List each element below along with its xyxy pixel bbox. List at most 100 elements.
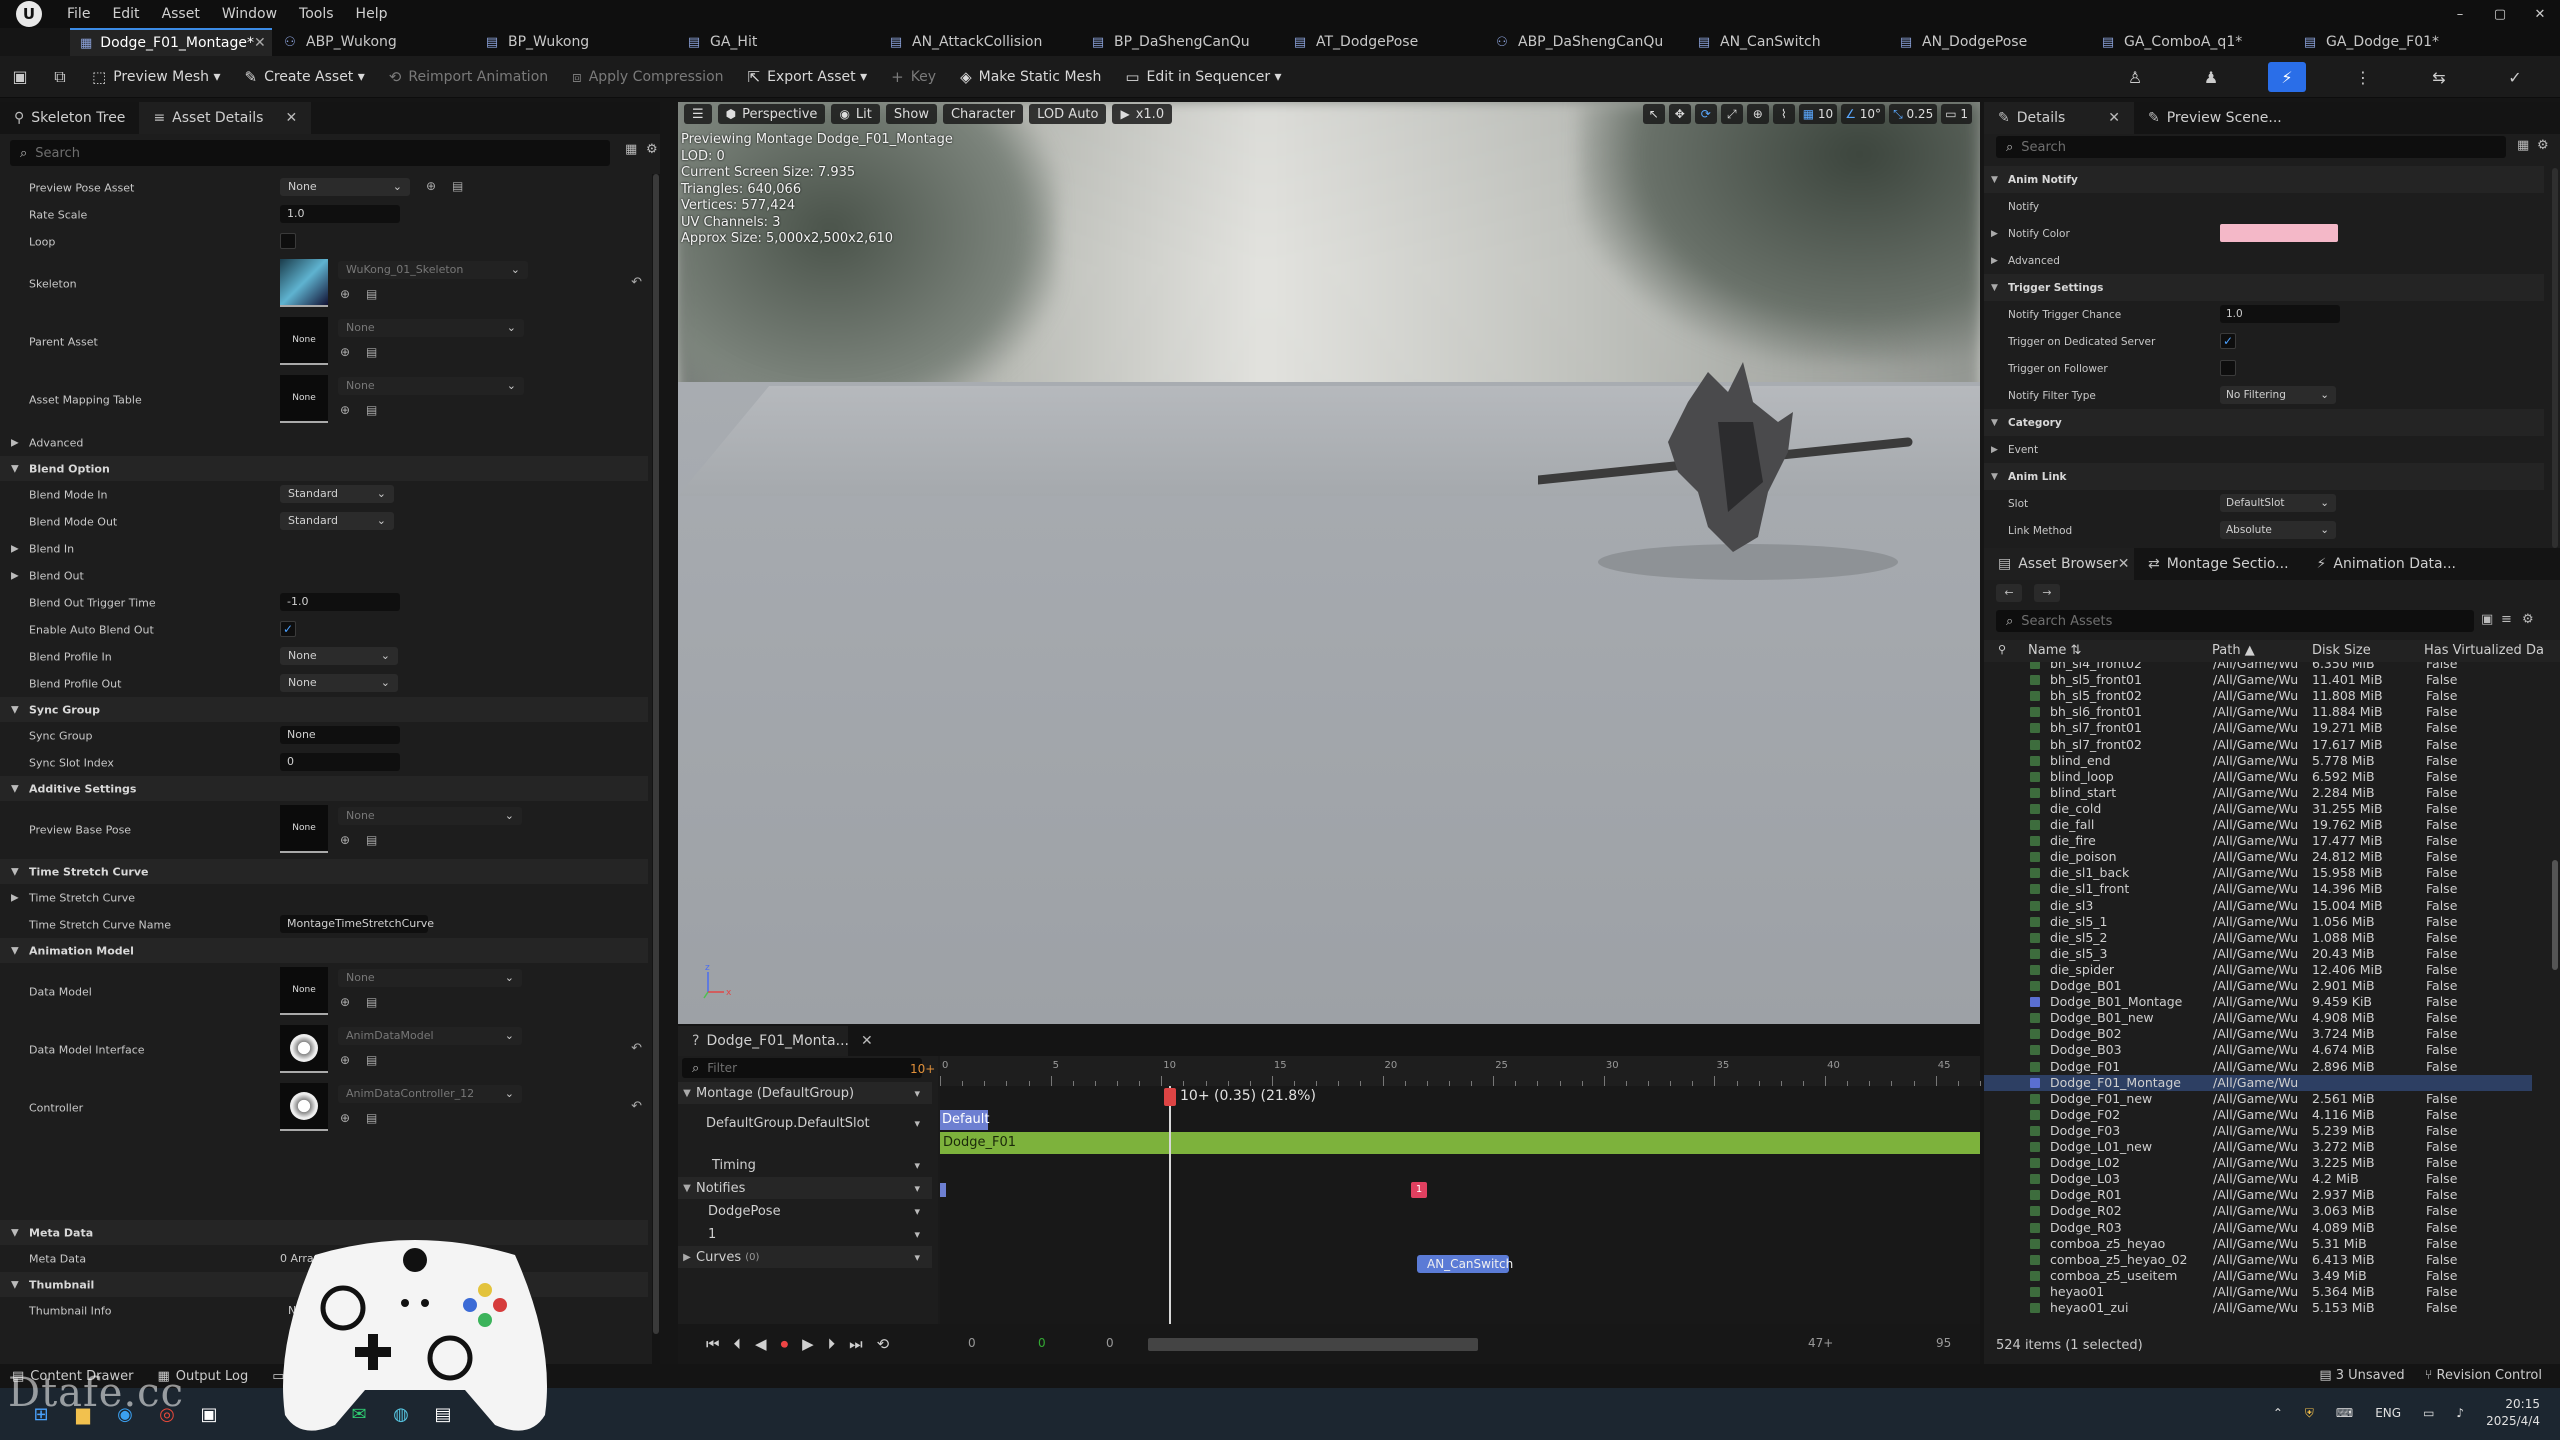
settings-gear-icon[interactable]: ⚙ xyxy=(2537,138,2549,153)
tab-ga-hit[interactable]: ▤ GA_Hit xyxy=(676,28,878,56)
blend-out-trigger-field[interactable]: -1.0 xyxy=(280,593,400,611)
asset-row[interactable]: Dodge_B01_Montage/All/Game/Wu 9.459 KiB Fa… xyxy=(1984,994,2532,1010)
record-icon[interactable]: ⏺ xyxy=(781,1335,789,1353)
play-reverse-icon[interactable]: ◀ xyxy=(755,1335,767,1353)
browse-asset-icon[interactable]: ⊕ xyxy=(340,833,350,847)
asset-row[interactable]: blind_loop/All/Game/Wu 6.592 MiB False xyxy=(1984,769,2532,785)
reset-arrow-icon[interactable]: ↶ xyxy=(631,1041,642,1056)
folder-icon[interactable]: ▤ xyxy=(366,403,377,417)
unreal-logo-icon[interactable]: U xyxy=(16,1,42,27)
sync-group-field[interactable]: None xyxy=(280,726,400,744)
lit-button[interactable]: ◉ Lit xyxy=(831,104,880,124)
menu-window[interactable]: Window xyxy=(211,4,288,24)
category-animation-model[interactable]: ▼ Animation Model xyxy=(0,938,648,963)
camera-speed-icon[interactable]: ▭ 1 xyxy=(1941,104,1972,124)
tab-animation-data[interactable]: ⚡ Animation Data... xyxy=(2303,548,2470,580)
notify-color-swatch[interactable] xyxy=(2220,224,2338,242)
folder-icon[interactable]: ▤ xyxy=(366,1053,377,1067)
maximize-icon[interactable]: ▢ xyxy=(2480,7,2520,22)
asset-row[interactable]: heyao01/All/Game/Wu 5.364 MiB False xyxy=(1984,1284,2532,1300)
column-options-icon[interactable]: ⚲ xyxy=(1998,643,2006,656)
play-icon[interactable]: ▶ xyxy=(802,1335,814,1353)
chevron-up-icon[interactable]: ⌃ xyxy=(2273,1406,2283,1420)
skip-to-end-icon[interactable]: ⏭ xyxy=(849,1335,863,1353)
asset-row[interactable]: Dodge_L03/All/Game/Wu 4.2 MiB False xyxy=(1984,1171,2532,1187)
browse-asset-icon[interactable]: ⊕ xyxy=(426,179,436,193)
perspective-button[interactable]: ⬢ Perspective xyxy=(717,104,826,124)
asset-row[interactable]: Dodge_R03/All/Game/Wu 4.089 MiB False xyxy=(1984,1220,2532,1236)
link-method-dropdown[interactable]: Absolute ⌄ xyxy=(2220,521,2336,539)
category-trigger-settings[interactable]: ▼ Trigger Settings xyxy=(1984,274,2544,301)
folder-icon[interactable]: ▤ xyxy=(452,179,463,193)
row-event[interactable]: ▶ Event xyxy=(1984,436,2544,463)
menu-tools[interactable]: Tools xyxy=(288,4,345,24)
track-dodgepose[interactable]: DodgePose ▾ xyxy=(678,1200,932,1222)
asset-row[interactable]: Dodge_F03/All/Game/Wu 5.239 MiB False xyxy=(1984,1123,2532,1139)
track-default-slot[interactable]: DefaultGroup.DefaultSlot ▾ xyxy=(678,1112,932,1134)
select-icon[interactable]: ↖ xyxy=(1642,104,1665,124)
asset-row[interactable]: bh_sl4_front02/All/Game/Wu 6.350 MiB False xyxy=(1984,662,2532,672)
asset-row[interactable]: Dodge_F02/All/Game/Wu 4.116 MiB False xyxy=(1984,1107,2532,1123)
physics-mode-icon[interactable]: ✓ xyxy=(2496,62,2534,92)
asset-row[interactable]: blind_start/All/Game/Wu 2.284 MiB False xyxy=(1984,785,2532,801)
mesh-mode-icon[interactable]: ♟ xyxy=(2192,62,2230,92)
parent-asset-dropdown[interactable]: None ⌄ xyxy=(338,319,524,337)
controller-thumbnail[interactable] xyxy=(280,1083,328,1131)
controller-dropdown[interactable]: AnimDataController_12 ⌄ xyxy=(338,1085,522,1103)
asset-row[interactable]: die_fire/All/Game/Wu 17.477 MiB False xyxy=(1984,833,2532,849)
back-arrow-icon[interactable]: ← xyxy=(1996,584,2022,602)
data-model-dropdown[interactable]: None ⌄ xyxy=(338,969,522,987)
browse-asset-icon[interactable]: ⊕ xyxy=(340,1111,350,1125)
scale-icon[interactable]: ⤢ xyxy=(1720,104,1743,124)
data-model-interface-dropdown[interactable]: AnimDataModel ⌄ xyxy=(338,1027,522,1045)
asset-row[interactable]: bh_sl5_front01/All/Game/Wu 11.401 MiB Fals… xyxy=(1984,672,2532,688)
create-asset-button[interactable]: ✎ Create Asset ▾ xyxy=(232,62,376,92)
category-anim-link[interactable]: ▼ Anim Link xyxy=(1984,463,2544,490)
asset-row[interactable]: die_fall/All/Game/Wu 19.762 MiB False xyxy=(1984,817,2532,833)
close-window-icon[interactable]: ✕ xyxy=(2520,7,2560,22)
loop-checkbox[interactable] xyxy=(280,233,296,249)
unsaved-button[interactable]: ▤ 3 Unsaved xyxy=(2319,1368,2404,1383)
blend-profile-in-dropdown[interactable]: None ⌄ xyxy=(280,647,398,665)
asset-row[interactable]: Dodge_L02/All/Game/Wu 3.225 MiB False xyxy=(1984,1155,2532,1171)
unreal-editor-icon[interactable]: ▣ xyxy=(192,1397,226,1431)
browse-icon[interactable]: ⧉ xyxy=(46,63,74,91)
key-button[interactable]: + Key xyxy=(879,62,948,92)
tab-abp-wukong[interactable]: ⚇ ABP_Wukong xyxy=(272,28,474,56)
close-icon[interactable]: ✕ xyxy=(2108,110,2120,126)
asset-row[interactable]: bh_sl7_front01/All/Game/Wu 19.271 MiB Fals… xyxy=(1984,720,2532,736)
loop-icon[interactable]: ⟲ xyxy=(877,1335,890,1353)
minimize-icon[interactable]: – xyxy=(2440,7,2480,22)
data-model-thumbnail[interactable]: None xyxy=(280,967,328,1015)
grid-snap-icon[interactable]: ▦ 10 xyxy=(1798,104,1838,124)
track-timing[interactable]: Timing ▾ xyxy=(678,1154,932,1176)
settings-gear-icon[interactable]: ⚙ xyxy=(2522,612,2534,627)
settings-gear-icon[interactable]: ⚙ xyxy=(646,142,658,157)
table-view-icon[interactable]: ▦ xyxy=(2517,138,2529,153)
category-anim-notify[interactable]: ▼ Anim Notify xyxy=(1984,166,2544,193)
asset-row[interactable]: Dodge_R01/All/Game/Wu 2.937 MiB False xyxy=(1984,1187,2532,1203)
preview-viewport[interactable]: ☰ ⬢ Perspective ◉ Lit Show Character LOD A… xyxy=(678,102,1980,1024)
mapping-table-thumbnail[interactable]: None xyxy=(280,375,328,423)
tab-montage-editor[interactable]: ? Dodge_F01_Monta... ✕ xyxy=(678,1026,873,1056)
skeleton-mode-icon[interactable]: ♙ xyxy=(2116,62,2154,92)
details-scrollbar[interactable] xyxy=(2552,168,2558,548)
data-model-interface-thumbnail[interactable] xyxy=(280,1025,328,1073)
asset-row[interactable]: bh_sl5_front02/All/Game/Wu 11.808 MiB Fals… xyxy=(1984,688,2532,704)
asset-row[interactable]: Dodge_F01_new/All/Game/Wu 2.561 MiB False xyxy=(1984,1091,2532,1107)
volume-icon[interactable]: ♪ xyxy=(2456,1406,2464,1420)
save-icon[interactable]: ▣ xyxy=(6,63,34,91)
tab-bp-dashengcanqu[interactable]: ▤ BP_DaShengCanQu xyxy=(1080,28,1282,56)
folder-icon[interactable]: ▤ xyxy=(366,995,377,1009)
network-icon[interactable]: ▭ xyxy=(2423,1406,2434,1420)
asset-row[interactable]: Dodge_B01_new/All/Game/Wu 4.908 MiB False xyxy=(1984,1010,2532,1026)
asset-row[interactable]: Dodge_L01_new/All/Game/Wu 3.272 MiB False xyxy=(1984,1139,2532,1155)
asset-row[interactable]: heyao01_zui/All/Game/Wu 5.153 MiB False xyxy=(1984,1300,2532,1316)
show-button[interactable]: Show xyxy=(885,104,937,124)
asset-row[interactable]: comboa_z5_heyao_02/All/Game/Wu 6.413 MiB F… xyxy=(1984,1252,2532,1268)
make-static-mesh-button[interactable]: ◈ Make Static Mesh xyxy=(948,62,1113,92)
menu-help[interactable]: Help xyxy=(345,4,399,24)
details-search-input[interactable]: ⌕ Search xyxy=(1996,136,2506,158)
asset-row[interactable]: die_sl5_3/All/Game/Wu 20.43 MiB False xyxy=(1984,946,2532,962)
asset-row[interactable]: die_cold/All/Game/Wu 31.255 MiB False xyxy=(1984,801,2532,817)
